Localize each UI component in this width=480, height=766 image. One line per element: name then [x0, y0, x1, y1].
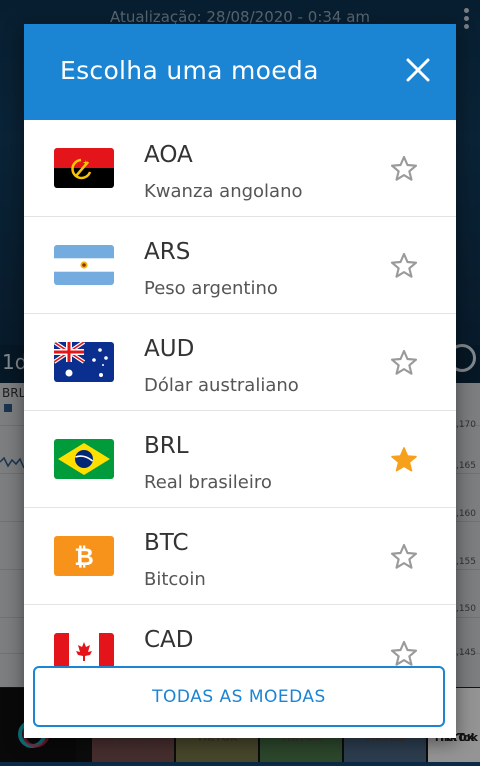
- angola-flag-icon: [54, 148, 114, 188]
- currency-code: BTC: [144, 530, 189, 556]
- dialog-footer: TODAS AS MOEDAS: [24, 666, 456, 738]
- currency-row-btc[interactable]: ₿ BTC Bitcoin: [24, 508, 456, 605]
- star-outline-icon[interactable]: [388, 250, 420, 282]
- svg-text:₿: ₿: [74, 543, 94, 571]
- currency-row-brl[interactable]: BRL Real brasileiro: [24, 411, 456, 508]
- dialog-title: Escolha uma moeda: [60, 56, 319, 85]
- brazil-flag-icon: [54, 439, 114, 479]
- currency-list[interactable]: AOA Kwanza angolano ARS Peso argentino A…: [24, 120, 456, 666]
- star-filled-icon[interactable]: [388, 444, 420, 476]
- currency-row-aud[interactable]: AUD Dólar australiano: [24, 314, 456, 411]
- currency-code: BRL: [144, 433, 189, 459]
- canada-flag-icon: [54, 633, 114, 666]
- currency-row-aoa[interactable]: AOA Kwanza angolano: [24, 120, 456, 217]
- currency-code: CAD: [144, 627, 194, 653]
- bitcoin-icon: ₿: [54, 536, 114, 576]
- currency-name: Kwanza angolano: [144, 181, 303, 202]
- currency-name: Real brasileiro: [144, 472, 272, 493]
- argentina-flag-icon: [54, 245, 114, 285]
- star-outline-icon[interactable]: [388, 638, 420, 666]
- currency-code: AUD: [144, 336, 195, 362]
- dialog-header: Escolha uma moeda: [24, 24, 456, 120]
- currency-code: ARS: [144, 239, 191, 265]
- star-outline-icon[interactable]: [388, 541, 420, 573]
- currency-code: AOA: [144, 142, 193, 168]
- close-icon[interactable]: [402, 54, 434, 86]
- star-outline-icon[interactable]: [388, 347, 420, 379]
- currency-name: Peso argentino: [144, 278, 278, 299]
- currency-name: Bitcoin: [144, 569, 206, 590]
- currency-name: Dólar australiano: [144, 375, 299, 396]
- currency-row-ars[interactable]: ARS Peso argentino: [24, 217, 456, 314]
- all-currencies-button[interactable]: TODAS AS MOEDAS: [33, 666, 445, 727]
- star-outline-icon[interactable]: [388, 153, 420, 185]
- currency-row-cad[interactable]: CAD: [24, 605, 456, 666]
- currency-dialog: Escolha uma moeda AOA Kwanza angolano AR…: [24, 24, 456, 738]
- australia-flag-icon: [54, 342, 114, 382]
